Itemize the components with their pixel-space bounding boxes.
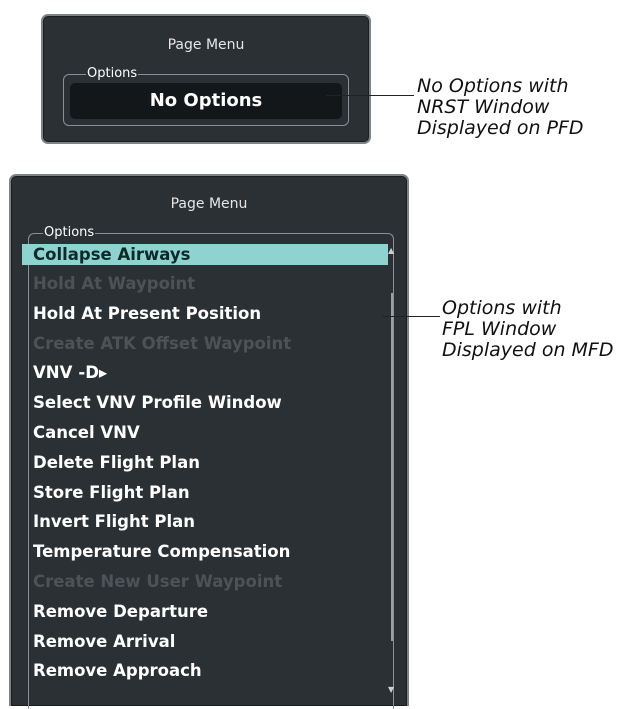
options-group-label: Options [43,225,96,240]
annotation-options: Options with FPL Window Displayed on MFD [442,297,614,361]
menu-item[interactable]: Hold At Present Position [22,299,388,329]
menu-item[interactable]: Delete Flight Plan [22,448,388,478]
menu-item-label: Hold At Present Position [33,303,262,323]
menu-item-label: Remove Arrival [33,631,176,651]
menu-item-label: Store Flight Plan [33,482,190,502]
menu-item-label: Remove Approach [33,661,202,681]
menu-item[interactable]: Remove Approach [22,656,388,686]
menu-item[interactable]: Remove Arrival [22,627,388,657]
vnv-direct-icon: -D▸ [78,363,108,383]
options-group: Options No Options [63,67,349,126]
menu-item-label: Hold At Waypoint [33,274,196,293]
menu-item[interactable]: Remove Departure [22,597,388,627]
menu-item-label: Create New User Waypoint [33,571,283,591]
page-menu-title: Page Menu [167,37,245,53]
menu-item: Create New User Waypoint [22,567,388,597]
menu-item-label: Temperature Compensation [33,542,291,562]
menu-item[interactable]: Cancel VNV [22,418,388,448]
menu-item-label: Invert Flight Plan [33,512,196,532]
options-list: Collapse Airways Hold At Waypoint Hold At … [22,244,388,686]
menu-item-label: Remove Departure [33,601,209,621]
annotation-leader-line [382,316,440,317]
menu-item[interactable]: Temperature Compensation [22,537,388,567]
menu-item[interactable]: Invert Flight Plan [22,507,388,537]
annotation-no-options: No Options with NRST Window Displayed on… [417,75,584,139]
menu-item[interactable]: Collapse Airways [22,244,388,265]
scroll-up-arrow-icon[interactable]: ▲ [388,246,394,255]
menu-item-label: VNV [33,363,73,383]
menu-item[interactable]: Store Flight Plan [22,478,388,508]
scrollbar-thumb[interactable] [391,293,393,641]
menu-item-label: Collapse Airways [33,245,191,264]
menu-item-label: Select VNV Profile Window [33,393,282,413]
page-menu-title: Page Menu [170,196,248,212]
annotation-leader-line [326,95,414,96]
menu-item[interactable]: Select VNV Profile Window [22,388,388,418]
menu-item[interactable]: VNV -D▸ [22,358,388,388]
scroll-down-arrow-icon[interactable]: ▼ [388,685,394,694]
menu-item-label: Create ATK Offset Waypoint [33,333,292,353]
page-menu-nrst-panel: Page Menu Options No Options [41,14,371,144]
menu-item-label: Delete Flight Plan [33,452,200,472]
options-group-label: Options [86,66,139,81]
menu-item: Create ATK Offset Waypoint [22,329,388,359]
menu-item-label: Cancel VNV [33,422,140,442]
no-options-field: No Options [70,83,342,119]
menu-item: Hold At Waypoint [22,269,388,299]
